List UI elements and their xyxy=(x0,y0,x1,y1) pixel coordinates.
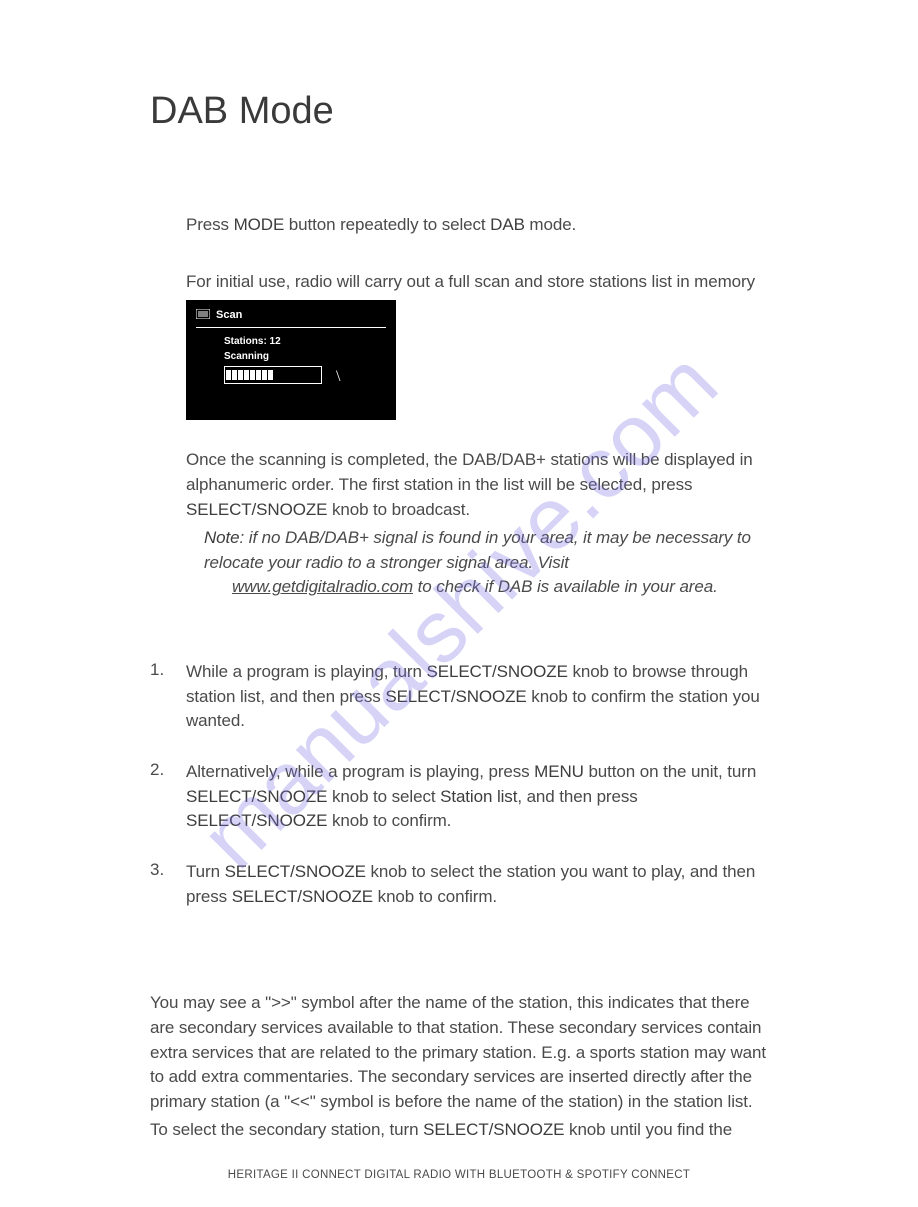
page-footer: HERITAGE II CONNECT DIGITAL RADIO WITH B… xyxy=(0,1169,918,1181)
step-3-text: Turn SELECT/SNOOZE knob to select the st… xyxy=(186,860,768,909)
text: Alternatively, while a program is playin… xyxy=(186,762,534,781)
step-number: 1. xyxy=(150,660,186,738)
intro-block: Press MODE button repeatedly to select D… xyxy=(186,213,768,600)
text: mode. xyxy=(525,215,576,234)
text: To select the secondary station, turn xyxy=(150,1120,423,1139)
step-2: 2. Alternatively, while a program is pla… xyxy=(186,760,768,838)
step-2-text: Alternatively, while a program is playin… xyxy=(186,760,768,834)
scan-title: Scan xyxy=(216,309,242,321)
cursor-icon: \ xyxy=(336,368,340,386)
text: knob to select xyxy=(327,787,440,806)
note-continued: www.getdigitalradio.com to check if DAB … xyxy=(232,575,768,600)
select-snooze-label: SELECT/SNOOZE xyxy=(385,687,526,706)
step-number: 3. xyxy=(150,860,186,913)
secondary-p2: To select the secondary station, turn SE… xyxy=(150,1118,768,1143)
text: button repeatedly to select xyxy=(284,215,490,234)
note-text: Note: if no DAB/DAB+ signal is found in … xyxy=(204,526,768,575)
dab-label: DAB xyxy=(490,215,525,234)
intro-line-2: For initial use, radio will carry out a … xyxy=(186,270,768,295)
text: , and then press xyxy=(517,787,637,806)
step-1: 1. While a program is playing, turn SELE… xyxy=(186,660,768,738)
text: knob to confirm. xyxy=(327,811,451,830)
step-3: 3. Turn SELECT/SNOOZE knob to select the… xyxy=(186,860,768,913)
intro-line-1: Press MODE button repeatedly to select D… xyxy=(186,213,768,238)
mode-label: MODE xyxy=(234,215,285,234)
step-1-text: While a program is playing, turn SELECT/… xyxy=(186,660,768,734)
note-label: Note xyxy=(204,528,240,547)
select-snooze-label: SELECT/SNOOZE xyxy=(225,862,366,881)
text: knob to broadcast. xyxy=(327,500,470,519)
text: knob to confirm. xyxy=(373,887,497,906)
text: Press xyxy=(186,215,234,234)
progress-bar xyxy=(224,366,322,384)
menu-label: MENU xyxy=(534,762,584,781)
text: Once the scanning is completed, the DAB/… xyxy=(186,450,753,494)
scan-header: Scan xyxy=(186,300,396,327)
page-title: DAB Mode xyxy=(150,90,768,133)
select-snooze-label: SELECT/SNOOZE xyxy=(186,787,327,806)
secondary-services-block: You may see a ">>" symbol after the name… xyxy=(150,991,768,1143)
select-snooze-label: SELECT/SNOOZE xyxy=(423,1120,564,1139)
text: While a program is playing, turn xyxy=(186,662,426,681)
select-snooze-label: SELECT/SNOOZE xyxy=(232,887,373,906)
after-scan-text: Once the scanning is completed, the DAB/… xyxy=(186,448,768,522)
select-snooze-label: SELECT/SNOOZE xyxy=(186,811,327,830)
ordered-steps: 1. While a program is playing, turn SELE… xyxy=(150,660,768,913)
text: button on the unit, turn xyxy=(584,762,756,781)
text: to check if DAB is available in your are… xyxy=(413,577,718,596)
select-snooze-label: SELECT/SNOOZE xyxy=(426,662,567,681)
document-page: manualshive.com DAB Mode Press MODE butt… xyxy=(0,0,918,1207)
select-snooze-label: SELECT/SNOOZE xyxy=(186,500,327,519)
secondary-p1: You may see a ">>" symbol after the name… xyxy=(150,991,768,1114)
text: : if no DAB/DAB+ signal is found in your… xyxy=(204,528,751,572)
note-block: Note: if no DAB/DAB+ signal is found in … xyxy=(204,526,768,600)
step-number: 2. xyxy=(150,760,186,838)
stations-count: Stations: 12 xyxy=(224,336,396,347)
list-icon xyxy=(196,306,210,324)
progress-row: \ xyxy=(224,366,396,384)
note-link[interactable]: www.getdigitalradio.com xyxy=(232,577,413,596)
scanning-label: Scanning xyxy=(224,351,396,362)
scan-display: Scan Stations: 12 Scanning \ xyxy=(186,300,396,420)
text: knob until you find the xyxy=(564,1120,732,1139)
scan-body: Stations: 12 Scanning \ xyxy=(186,328,396,384)
text: Turn xyxy=(186,862,225,881)
station-list-label: Station list xyxy=(440,787,517,806)
